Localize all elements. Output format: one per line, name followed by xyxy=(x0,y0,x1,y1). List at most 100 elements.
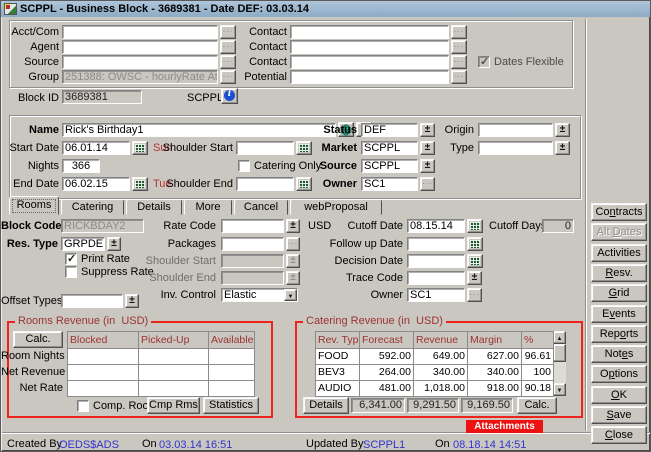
tab-cancel[interactable]: Cancel xyxy=(234,199,288,215)
tab-more[interactable]: More xyxy=(184,199,232,215)
start-date-calendar-button[interactable] xyxy=(132,141,148,155)
sidebar-button-grid[interactable]: Grid xyxy=(591,284,647,302)
group-field[interactable]: 251388: OWSC - hourlyRate Attribute xyxy=(62,70,218,84)
contact3-field[interactable] xyxy=(290,55,449,69)
sidebar-button-notes[interactable]: Notes xyxy=(591,345,647,363)
catering-cell-revenue[interactable]: 649.00 xyxy=(414,349,468,365)
catering-cell-margin[interactable]: 918.00 xyxy=(468,381,522,397)
rooms-revenue-cell[interactable] xyxy=(209,381,255,397)
scroll-up-button[interactable] xyxy=(553,331,566,344)
rooms-revenue-cell[interactable] xyxy=(209,349,255,365)
scrollbar-thumb[interactable] xyxy=(553,344,566,362)
shoulder-start-field[interactable] xyxy=(236,141,294,155)
start-date-field[interactable]: 06.01.14 xyxy=(62,141,130,155)
rooms-revenue-cell[interactable] xyxy=(68,381,139,397)
rooms-revenue-cell[interactable] xyxy=(139,365,209,381)
catering-cell-margin[interactable]: 627.00 xyxy=(468,349,522,365)
owner-lookup-button[interactable] xyxy=(420,177,435,191)
catering-calc-button[interactable]: Calc. xyxy=(517,397,557,414)
type-field[interactable] xyxy=(478,141,553,155)
catering-cell-forecast[interactable]: 481.00 xyxy=(360,381,414,397)
tab-details[interactable]: Details xyxy=(126,199,182,215)
tab-rooms[interactable]: Rooms xyxy=(9,196,59,215)
catering-cell-type[interactable]: FOOD xyxy=(316,349,360,365)
sidebar-button-options[interactable]: Options xyxy=(591,365,647,383)
source-list-button[interactable] xyxy=(420,159,435,173)
title-bar[interactable]: SCPPL - Business Block - 3689381 - Date … xyxy=(1,1,650,17)
catering-cell-type[interactable]: BEV3 xyxy=(316,365,360,381)
attachments-badge[interactable]: Attachments xyxy=(466,420,543,433)
details-button[interactable]: Details xyxy=(303,397,349,414)
rooms-revenue-cell[interactable] xyxy=(68,349,139,365)
follow-up-date-calendar-button[interactable] xyxy=(467,237,483,251)
rooms-revenue-cell[interactable] xyxy=(68,365,139,381)
name-field[interactable]: Rick's Birthday1 xyxy=(62,123,336,137)
potential-lookup-button[interactable] xyxy=(451,70,467,84)
packages-lookup-button[interactable] xyxy=(286,237,300,251)
origin-field[interactable] xyxy=(478,123,553,137)
tab-webproposal[interactable]: webProposal xyxy=(290,199,382,215)
sidebar-button-activities[interactable]: Activities xyxy=(591,244,647,262)
rooms-owner-field[interactable]: SC1 xyxy=(407,288,465,302)
statistics-button[interactable]: Statistics xyxy=(203,397,259,414)
source-detail-field[interactable]: SCPPL xyxy=(361,159,418,173)
sidebar-button-ok[interactable]: OK xyxy=(591,386,647,404)
res-type-field[interactable]: GRPDED xyxy=(61,237,105,251)
sidebar-button-resv[interactable]: Resv. xyxy=(591,264,647,282)
contact2-field[interactable] xyxy=(290,40,449,54)
rate-code-list-button[interactable] xyxy=(286,219,300,233)
block-code-field[interactable]: RICKBDAY2 xyxy=(61,219,144,233)
acct-com-field[interactable] xyxy=(62,25,218,39)
contact2-lookup-button[interactable] xyxy=(451,40,467,54)
rooms-revenue-cell[interactable] xyxy=(139,381,209,397)
end-date-field[interactable]: 06.02.15 xyxy=(62,177,130,191)
end-date-calendar-button[interactable] xyxy=(132,177,148,191)
info-button[interactable] xyxy=(221,88,238,104)
decision-date-field[interactable] xyxy=(407,254,465,268)
decision-date-calendar-button[interactable] xyxy=(467,254,483,268)
cmp-rms-button[interactable]: Cmp Rms xyxy=(147,397,200,414)
print-rate-checkbox[interactable] xyxy=(65,253,77,265)
catering-cell-revenue[interactable]: 340.00 xyxy=(414,365,468,381)
catering-cell-pct[interactable]: 90.18 xyxy=(522,381,554,397)
offset-types-list-button[interactable] xyxy=(125,294,139,308)
trace-code-list-button[interactable] xyxy=(467,271,482,285)
owner-field[interactable]: SC1 xyxy=(361,177,418,191)
nights-field[interactable]: 366 xyxy=(62,159,100,173)
suppress-rate-checkbox[interactable] xyxy=(65,266,77,278)
catering-cell-type[interactable]: AUDIO xyxy=(316,381,360,397)
catering-cell-revenue[interactable]: 1,018.00 xyxy=(414,381,468,397)
sidebar-button-save[interactable]: Save xyxy=(591,406,647,424)
source-field[interactable] xyxy=(62,55,218,69)
trace-code-field[interactable] xyxy=(407,271,465,285)
rooms-owner-lookup-button[interactable] xyxy=(467,288,482,302)
contact3-lookup-button[interactable] xyxy=(451,55,467,69)
catering-only-checkbox[interactable] xyxy=(238,160,250,172)
potential-field[interactable] xyxy=(290,70,449,84)
rooms-revenue-cell[interactable] xyxy=(209,365,255,381)
sidebar-button-close[interactable]: Close xyxy=(591,426,647,444)
packages-field[interactable] xyxy=(221,237,284,251)
catering-cell-pct[interactable]: 96.61 xyxy=(522,349,554,365)
catering-cell-forecast[interactable]: 264.00 xyxy=(360,365,414,381)
rate-code-field[interactable] xyxy=(221,219,284,233)
catering-cell-forecast[interactable]: 592.00 xyxy=(360,349,414,365)
rooms-revenue-cell[interactable] xyxy=(139,349,209,365)
comp-rooms-checkbox[interactable] xyxy=(77,400,89,412)
origin-list-button[interactable] xyxy=(555,123,570,137)
dates-flexible-checkbox[interactable] xyxy=(478,56,490,68)
inv-control-dropdown-button[interactable] xyxy=(284,289,297,301)
cutoff-date-calendar-button[interactable] xyxy=(467,219,483,233)
type-list-button[interactable] xyxy=(555,141,570,155)
rooms-calc-button[interactable]: Calc. xyxy=(13,331,63,348)
tab-catering[interactable]: Catering xyxy=(61,199,124,215)
sidebar-button-reports[interactable]: Reports xyxy=(591,325,647,343)
market-field[interactable]: SCPPL xyxy=(361,141,418,155)
res-type-list-button[interactable] xyxy=(107,237,121,251)
offset-types-field[interactable] xyxy=(61,294,123,308)
contact1-field[interactable] xyxy=(290,25,449,39)
follow-up-date-field[interactable] xyxy=(407,237,465,251)
agent-field[interactable] xyxy=(62,40,218,54)
sidebar-button-events[interactable]: Events xyxy=(591,305,647,323)
cutoff-date-field[interactable]: 08.15.14 xyxy=(407,219,465,233)
